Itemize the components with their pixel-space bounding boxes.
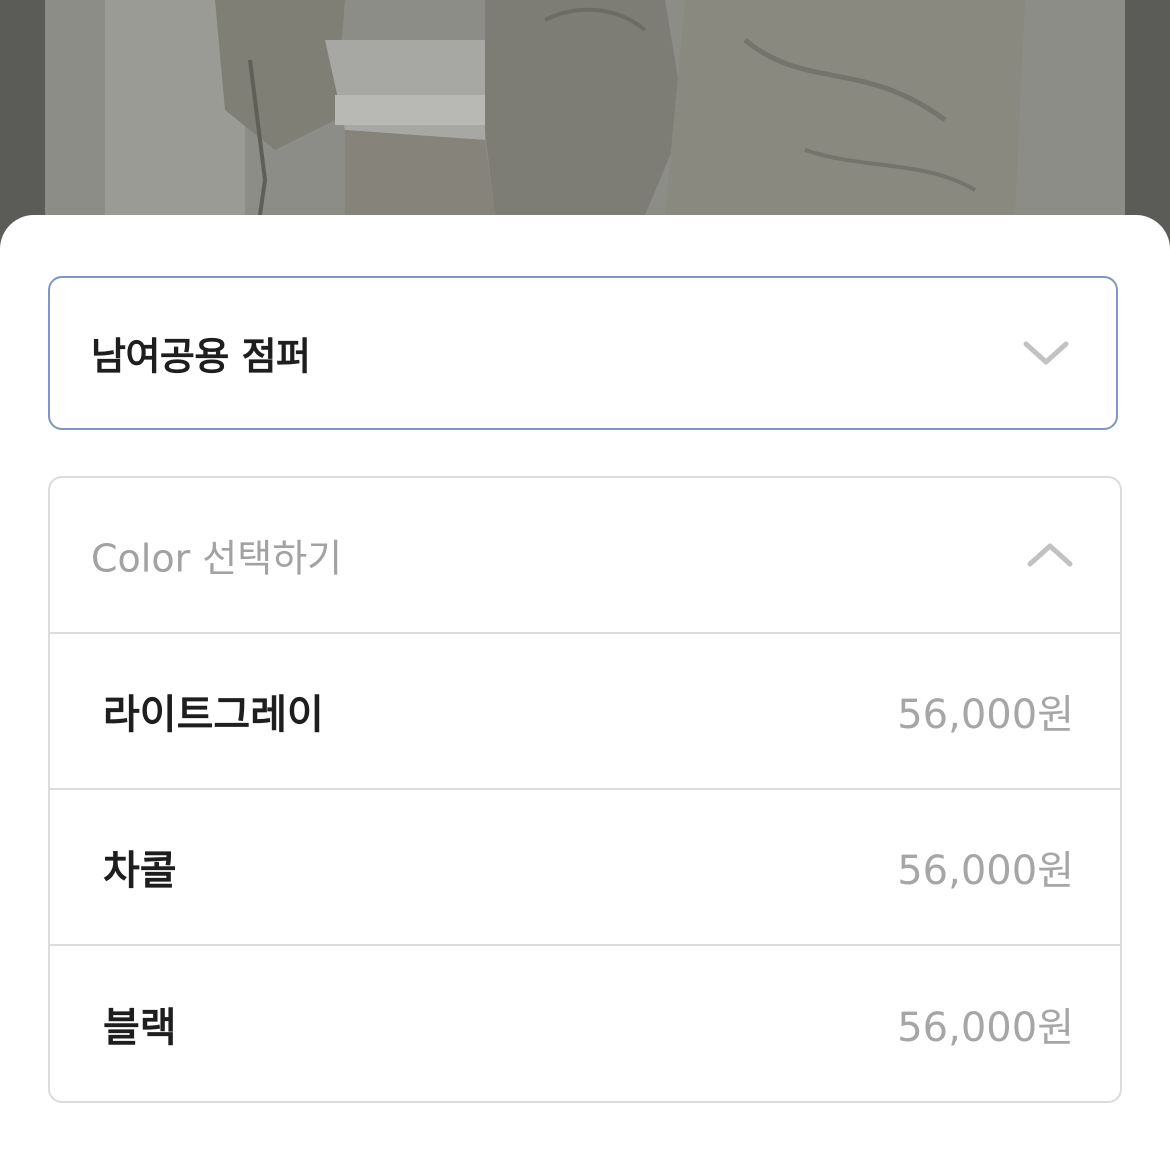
- product-select[interactable]: 남여공용 점퍼: [48, 276, 1118, 430]
- option-price: 56,000원: [897, 848, 1074, 894]
- option-name: 블랙: [103, 1005, 177, 1051]
- option-name: 차콜: [103, 848, 177, 894]
- option-name: 라이트그레이: [103, 692, 324, 738]
- chevron-up-icon: [1027, 543, 1073, 567]
- color-option-light-gray[interactable]: 라이트그레이 56,000원: [50, 634, 1120, 790]
- product-select-label: 남여공용 점퍼: [91, 334, 311, 379]
- option-price: 56,000원: [897, 692, 1074, 738]
- color-select[interactable]: Color 선택하기: [50, 478, 1120, 634]
- option-price: 56,000원: [897, 1005, 1074, 1051]
- color-select-placeholder: Color 선택하기: [91, 536, 343, 581]
- color-option-charcoal[interactable]: 차콜 56,000원: [50, 790, 1120, 946]
- chevron-down-icon: [1023, 341, 1069, 365]
- color-option-black[interactable]: 블랙 56,000원: [50, 946, 1120, 1101]
- color-dropdown: Color 선택하기 라이트그레이 56,000원 차콜 56,000원 블랙 …: [48, 476, 1122, 1103]
